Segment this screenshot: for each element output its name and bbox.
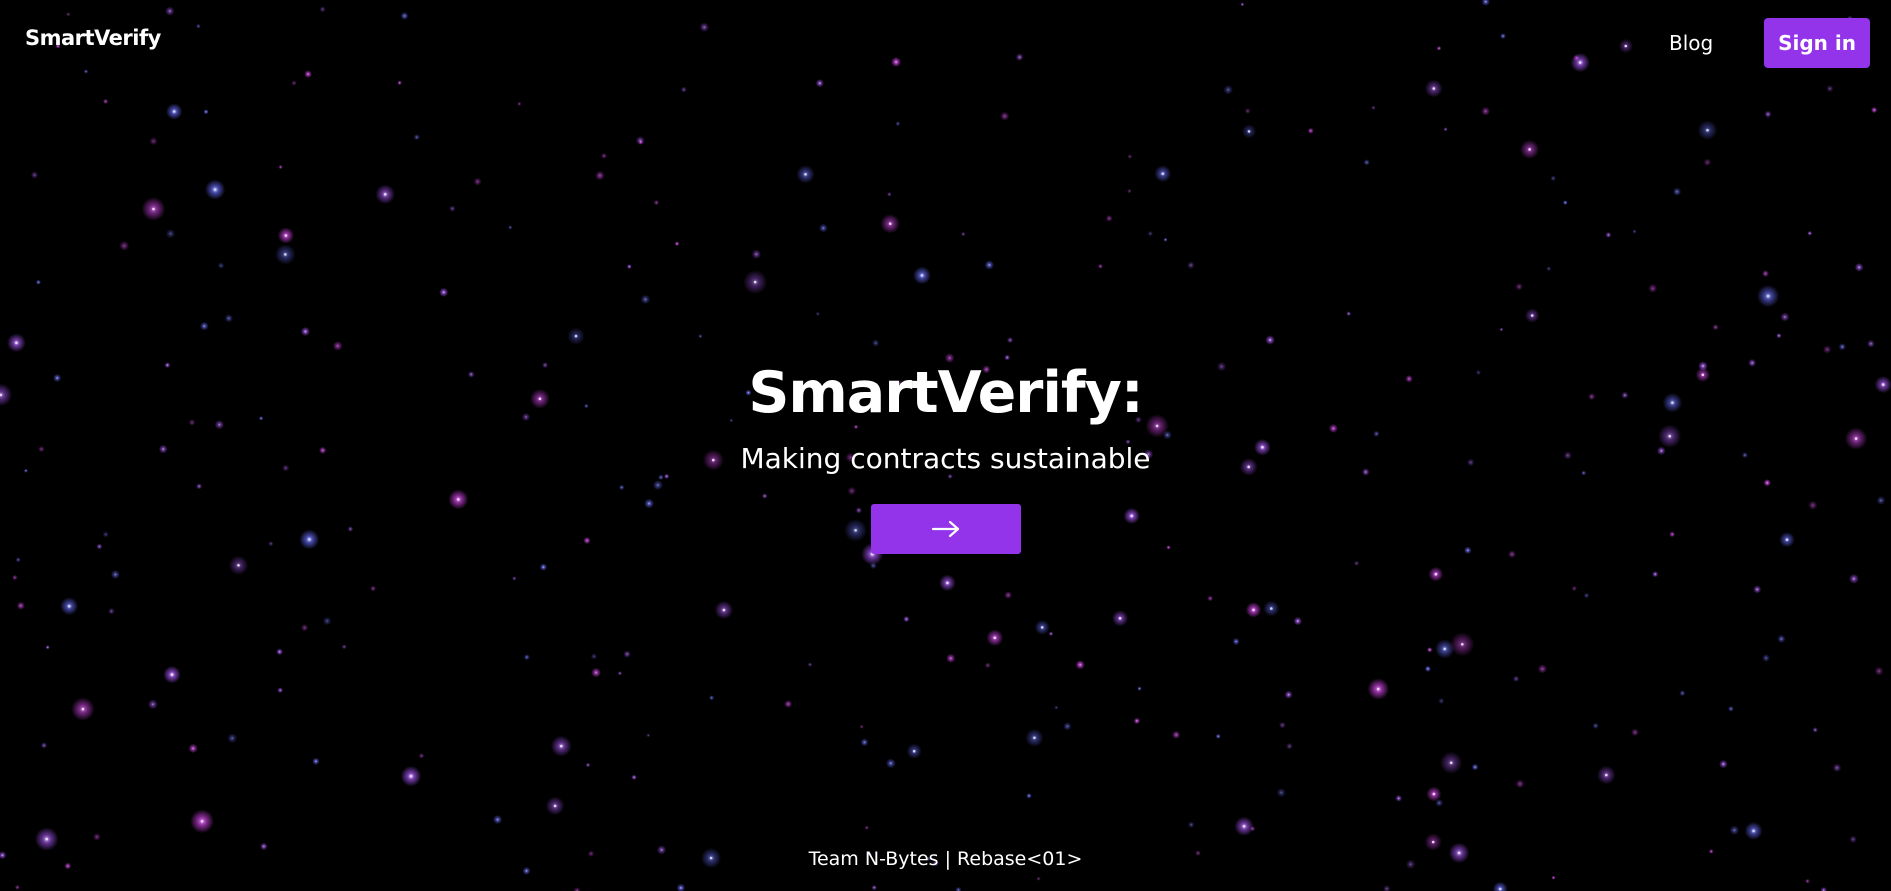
arrow-right-icon (931, 520, 959, 538)
sign-in-button[interactable]: Sign in (1764, 18, 1870, 68)
top-navbar: SmartVerify Blog Sign in (0, 0, 1891, 86)
hero-title: SmartVerify: (748, 360, 1143, 426)
hero-subtitle: Making contracts sustainable (740, 442, 1151, 475)
footer-credits: Team N-Bytes | Rebase<01> (808, 848, 1083, 870)
nav-link-blog[interactable]: Blog (1669, 31, 1713, 55)
hero-section: SmartVerify: Making contracts sustainabl… (0, 350, 1891, 558)
get-started-arrow-button[interactable] (870, 504, 1021, 554)
landing-page: SmartVerify Blog Sign in SmartVerify: Ma… (0, 0, 1891, 891)
brand-logo-text[interactable]: SmartVerify (25, 26, 161, 50)
